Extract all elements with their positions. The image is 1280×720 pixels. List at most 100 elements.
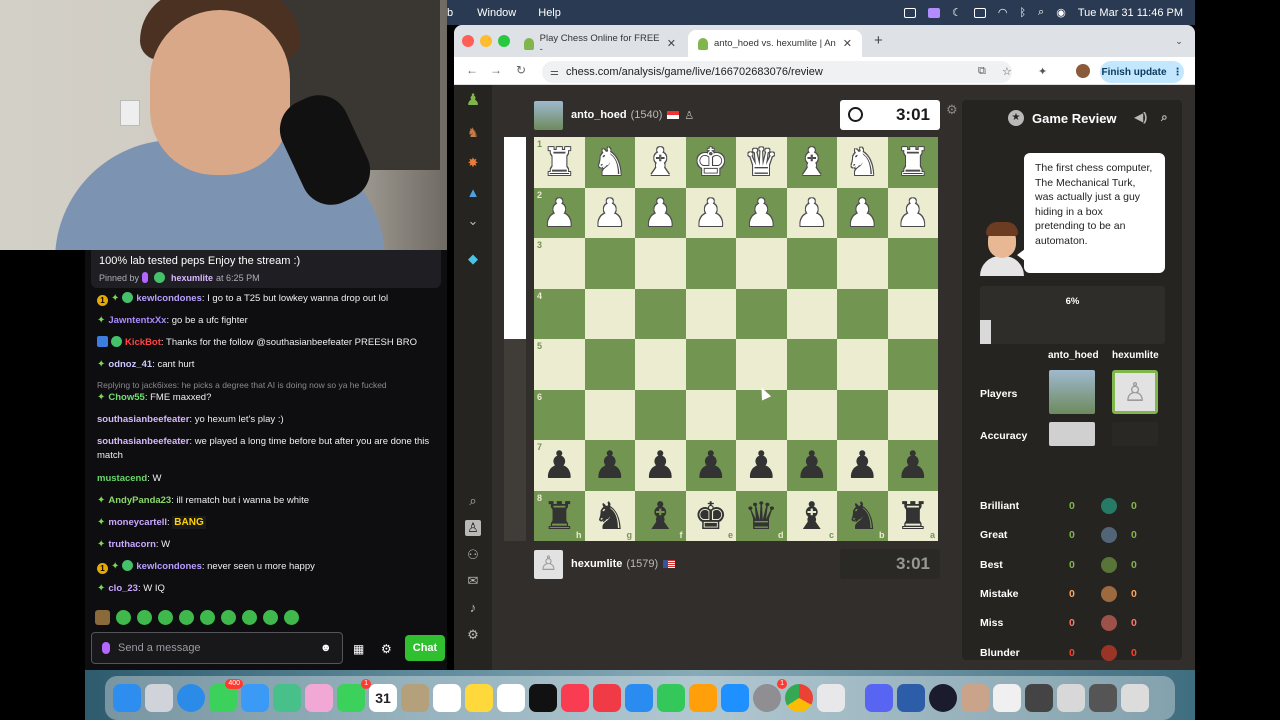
emote-icon[interactable]: [263, 610, 278, 625]
chat-input[interactable]: Send a message ☻: [91, 632, 343, 664]
white-pawn-icon[interactable]: ♟: [585, 188, 636, 239]
minimize-window-button[interactable]: [480, 35, 492, 47]
top-player-avatar[interactable]: [534, 100, 563, 130]
app-icon[interactable]: [897, 684, 925, 712]
board-square[interactable]: [887, 339, 938, 390]
recent-window-thumbnail[interactable]: [961, 684, 989, 712]
friends-icon[interactable]: ⚇: [465, 547, 481, 563]
board-square[interactable]: [786, 288, 837, 339]
board-square[interactable]: 5: [534, 339, 585, 390]
board-square[interactable]: [685, 339, 736, 390]
top-player-name[interactable]: anto_hoed: [571, 109, 627, 121]
puzzles-icon[interactable]: ✸: [465, 155, 481, 171]
profile-avatar[interactable]: [1076, 64, 1090, 78]
white-pawn-icon[interactable]: ♟: [888, 188, 939, 239]
classification-row-brilliant[interactable]: Brilliant 0 0: [980, 498, 1170, 516]
kebab-menu-icon[interactable]: ⋮: [1173, 67, 1183, 78]
finish-update-button[interactable]: Finish update ⋮: [1100, 61, 1184, 83]
close-window-button[interactable]: [462, 35, 474, 47]
black-pawn-icon[interactable]: ♟: [635, 440, 686, 491]
finder-icon[interactable]: [113, 684, 141, 712]
board-settings-gear-icon[interactable]: ⚙: [946, 102, 958, 118]
classification-row-best[interactable]: Best 0 0: [980, 556, 1170, 575]
notes-icon[interactable]: [465, 684, 493, 712]
chesscom-logo-icon[interactable]: ♟: [465, 93, 481, 109]
chrome-icon[interactable]: [785, 684, 813, 712]
white-pawn-icon[interactable]: ♟: [837, 188, 888, 239]
apple-tv-icon[interactable]: [529, 684, 557, 712]
black-bishop-icon[interactable]: ♝: [635, 491, 686, 542]
chat-username[interactable]: moneycartell: [108, 517, 167, 528]
menu-window[interactable]: Window: [477, 7, 516, 19]
emote-icon[interactable]: [116, 610, 131, 625]
black-pawn-icon[interactable]: ♟: [888, 440, 939, 491]
board-square[interactable]: [887, 238, 938, 289]
board-square[interactable]: [635, 288, 686, 339]
black-rook-icon[interactable]: ♜: [888, 491, 939, 542]
chess-board[interactable]: 1 ♜ ♞ ♝ ♚ ♛ ♝ ♞ ♜ 2 ♟ ♟ ♟ ♟ ♟ ♟ ♟ ♟ 3 4 5 6 7 ♟ ♟ ♟ ♟ ♟ ♟ ♟ ♟ 8 h ♜ g ♞ f ♝ e ♚…: [534, 137, 938, 541]
reload-icon[interactable]: ↻: [516, 63, 526, 77]
black-king-icon[interactable]: ♚: [686, 491, 737, 542]
bottom-player-avatar[interactable]: ♙: [534, 549, 563, 579]
wifi-icon[interactable]: ◠: [998, 6, 1008, 19]
chat-username[interactable]: southasianbeefeater: [97, 414, 189, 425]
white-rook-icon[interactable]: ♜: [888, 137, 939, 188]
address-bar[interactable]: ⚌ chess.com/analysis/game/live/166702683…: [542, 61, 1012, 83]
chat-username[interactable]: mustacend: [97, 473, 147, 484]
obs-icon[interactable]: [929, 684, 957, 712]
board-square[interactable]: [837, 238, 888, 289]
emote-icon[interactable]: [137, 610, 152, 625]
messages-icon[interactable]: 400: [209, 679, 243, 712]
launchpad-icon[interactable]: [145, 684, 173, 712]
moon-icon[interactable]: ☾: [952, 6, 962, 19]
board-square[interactable]: 6: [534, 389, 585, 440]
classification-row-blunder[interactable]: Blunder 0 0: [980, 644, 1170, 663]
white-rook-icon[interactable]: ♜: [534, 137, 585, 188]
freeform-icon[interactable]: [497, 684, 525, 712]
bluetooth-icon[interactable]: ᛒ: [1019, 7, 1026, 19]
chat-username[interactable]: truthacorn: [108, 539, 156, 550]
classification-row-mistake[interactable]: Mistake 0 0: [980, 585, 1170, 604]
search-icon[interactable]: ⌕: [1038, 6, 1044, 19]
board-square[interactable]: [635, 238, 686, 289]
new-tab-button[interactable]: +: [874, 32, 883, 49]
safari-icon[interactable]: [177, 684, 205, 712]
board-square[interactable]: [685, 238, 736, 289]
close-tab-icon[interactable]: ✕: [667, 37, 676, 50]
black-pawn-icon[interactable]: ♟: [534, 440, 585, 491]
emote-icon[interactable]: [200, 610, 215, 625]
white-queen-icon[interactable]: ♛: [736, 137, 787, 188]
black-knight-icon[interactable]: ♞: [585, 491, 636, 542]
recent-window-thumbnail[interactable]: [993, 684, 1021, 712]
messages-icon[interactable]: ✉: [465, 573, 481, 589]
back-arrow-icon[interactable]: ←: [466, 63, 478, 77]
send-chat-button[interactable]: Chat: [405, 635, 445, 661]
mail-icon[interactable]: [241, 684, 269, 712]
play-icon[interactable]: ♞: [465, 125, 481, 141]
board-square[interactable]: [786, 339, 837, 390]
pinned-by-user[interactable]: hexumlite: [171, 273, 213, 283]
emote-icon[interactable]: [242, 610, 257, 625]
chat-username[interactable]: JawntentxXx: [108, 315, 166, 326]
board-square[interactable]: [685, 288, 736, 339]
menu-help[interactable]: Help: [538, 7, 561, 19]
emote-icon[interactable]: [221, 610, 236, 625]
black-pawn-icon[interactable]: ♟: [787, 440, 838, 491]
chat-username[interactable]: KickBot: [125, 337, 161, 348]
chat-username[interactable]: clo_23: [108, 583, 138, 594]
app-store-icon[interactable]: [721, 684, 749, 712]
chat-username[interactable]: AndyPanda23: [108, 495, 171, 506]
facetime-icon[interactable]: 1: [337, 679, 371, 712]
menubar-app-fragment[interactable]: b: [447, 7, 453, 19]
board-square[interactable]: [786, 389, 837, 440]
board-square[interactable]: [685, 389, 736, 440]
bookmark-star-icon[interactable]: ☆: [1002, 65, 1012, 78]
chat-username[interactable]: Chow55: [108, 392, 144, 403]
discord-icon[interactable]: [865, 684, 893, 712]
profile-icon[interactable]: ♙: [465, 520, 481, 536]
photos-icon[interactable]: [305, 684, 333, 712]
black-knight-icon[interactable]: ♞: [837, 491, 888, 542]
board-square[interactable]: [584, 339, 635, 390]
white-pawn-icon[interactable]: ♟: [686, 188, 737, 239]
screen-record-icon[interactable]: [927, 7, 940, 18]
